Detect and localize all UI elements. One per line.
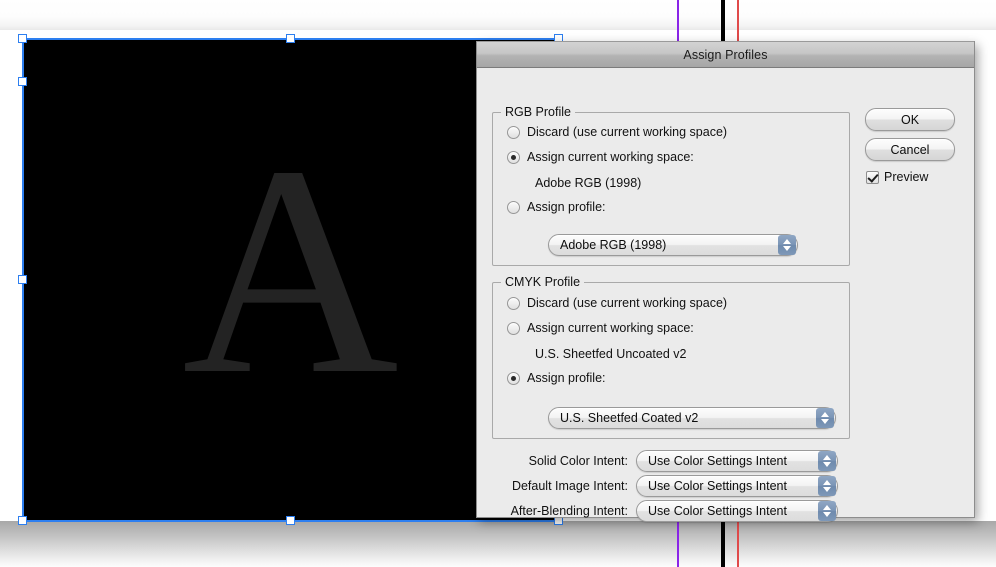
cmyk-profile-select-value: U.S. Sheetfed Coated v2 (560, 411, 699, 425)
cmyk-profile-group: CMYK Profile Discard (use current workin… (492, 275, 850, 439)
dialog-body: RGB Profile Discard (use current working… (477, 68, 974, 522)
stepper-arrows-icon[interactable] (818, 451, 836, 471)
cancel-button[interactable]: Cancel (865, 138, 955, 161)
application-window: A Assign Profiles RGB Profile Discard (u… (0, 0, 996, 567)
rgb-option-assign-working-space-label: Assign current working space: (527, 150, 694, 164)
rgb-option-discard-label: Discard (use current working space) (527, 125, 728, 139)
solid-color-intent-label: Solid Color Intent: (528, 454, 628, 468)
cmyk-option-assign-profile-label: Assign profile: (527, 371, 606, 385)
dialog-titlebar[interactable]: Assign Profiles (477, 41, 974, 68)
chevron-up-icon (823, 505, 831, 510)
stepper-arrows-icon[interactable] (818, 501, 836, 521)
chevron-down-icon (821, 419, 829, 424)
solid-color-intent-row: Solid Color Intent: Use Color Settings I… (492, 450, 840, 472)
default-image-intent-label: Default Image Intent: (511, 479, 628, 493)
chevron-down-icon (783, 246, 791, 251)
dialog-title: Assign Profiles (683, 47, 768, 62)
selection-handle-left-upper[interactable] (18, 77, 27, 86)
chevron-down-icon (823, 462, 831, 467)
pasteboard-top-shading (0, 0, 996, 30)
chevron-up-icon (783, 239, 791, 244)
stepper-arrows-icon[interactable] (816, 408, 834, 428)
rgb-profile-legend: RGB Profile (501, 105, 575, 119)
cmyk-profile-legend: CMYK Profile (501, 275, 585, 289)
rgb-working-space-value: Adobe RGB (1998) (535, 176, 642, 190)
chevron-up-icon (821, 412, 829, 417)
selection-handle-bottom-left[interactable] (18, 516, 27, 525)
cmyk-working-space-value: U.S. Sheetfed Uncoated v2 (535, 347, 687, 361)
chevron-down-icon (823, 487, 831, 492)
ok-button[interactable]: OK (865, 108, 955, 131)
ok-button-label: OK (900, 112, 920, 127)
radio-icon[interactable] (507, 200, 520, 214)
after-blending-intent-value: Use Color Settings Intent (648, 504, 787, 518)
stepper-arrows-icon[interactable] (778, 235, 796, 255)
default-image-intent-value: Use Color Settings Intent (648, 479, 787, 493)
rgb-profile-select-value: Adobe RGB (1998) (560, 238, 667, 252)
chevron-up-icon (823, 455, 831, 460)
rgb-option-discard[interactable]: Discard (use current working space) (507, 125, 727, 139)
radio-icon[interactable] (507, 321, 520, 335)
selection-handle-top-left[interactable] (18, 34, 27, 43)
solid-color-intent-select[interactable]: Use Color Settings Intent (636, 450, 838, 472)
rgb-option-assign-working-space[interactable]: Assign current working space: (507, 150, 694, 164)
selection-handle-left-middle[interactable] (18, 275, 27, 284)
cmyk-option-discard[interactable]: Discard (use current working space) (507, 296, 727, 310)
rgb-option-assign-profile[interactable]: Assign profile: (507, 200, 606, 214)
solid-color-intent-value: Use Color Settings Intent (648, 454, 787, 468)
default-image-intent-select[interactable]: Use Color Settings Intent (636, 475, 838, 497)
checkbox-icon[interactable] (866, 170, 879, 184)
selection-handle-top-center[interactable] (286, 34, 295, 43)
cancel-button-label: Cancel (890, 142, 930, 157)
cmyk-option-assign-profile[interactable]: Assign profile: (507, 371, 606, 385)
cmyk-option-assign-working-space-label: Assign current working space: (527, 321, 694, 335)
preview-checkbox-row[interactable]: Preview (866, 170, 928, 184)
radio-icon[interactable] (507, 296, 520, 310)
preview-checkbox-label: Preview (884, 170, 929, 184)
rgb-profile-select[interactable]: Adobe RGB (1998) (548, 234, 798, 256)
radio-selected-icon[interactable] (507, 150, 520, 164)
pasteboard-bottom-shading (0, 521, 996, 567)
rgb-profile-group: RGB Profile Discard (use current working… (492, 105, 850, 266)
radio-selected-icon[interactable] (507, 371, 520, 385)
after-blending-intent-row: After-Blending Intent: Use Color Setting… (492, 500, 840, 522)
cmyk-profile-select[interactable]: U.S. Sheetfed Coated v2 (548, 407, 836, 429)
chevron-down-icon (823, 512, 831, 517)
after-blending-intent-select[interactable]: Use Color Settings Intent (636, 500, 838, 522)
selection-handle-bottom-center[interactable] (286, 516, 295, 525)
rgb-option-assign-profile-label: Assign profile: (527, 200, 606, 214)
radio-icon[interactable] (507, 125, 520, 139)
assign-profiles-dialog: Assign Profiles RGB Profile Discard (use… (476, 41, 975, 522)
after-blending-intent-label: After-Blending Intent: (510, 504, 628, 518)
stepper-arrows-icon[interactable] (818, 476, 836, 496)
chevron-up-icon (823, 480, 831, 485)
cmyk-option-discard-label: Discard (use current working space) (527, 296, 728, 310)
cmyk-option-assign-working-space[interactable]: Assign current working space: (507, 321, 694, 335)
default-image-intent-row: Default Image Intent: Use Color Settings… (492, 475, 840, 497)
